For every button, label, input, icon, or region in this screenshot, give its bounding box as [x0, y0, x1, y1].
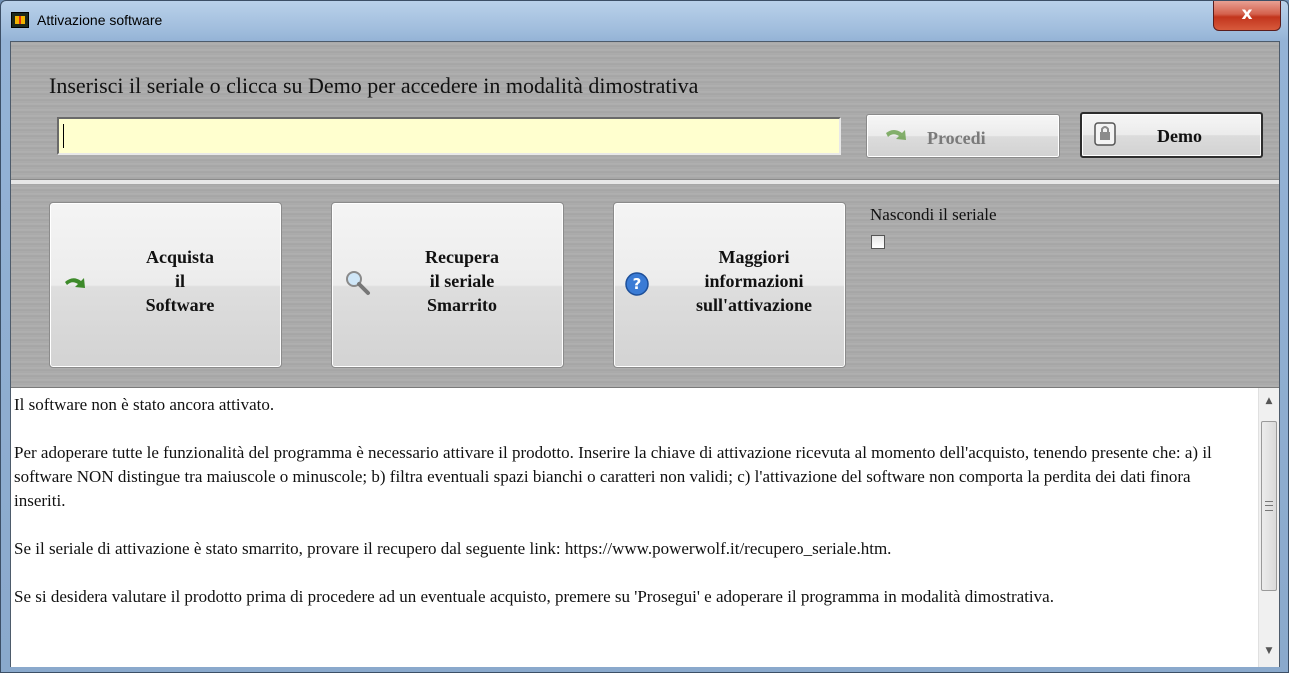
activation-window: Attivazione software x Inserisci il seri…	[0, 0, 1289, 673]
green-arrow-icon	[883, 125, 909, 152]
hide-serial-label: Nascondi il seriale	[870, 205, 997, 224]
demo-label: Demo	[1157, 126, 1202, 146]
info-label: Maggiori informazioni sull'attivazione	[696, 247, 812, 315]
section-divider	[11, 179, 1279, 184]
info-paragraph: Per adoperare tutte le funzionalità del …	[14, 443, 1212, 510]
svg-text:?: ?	[633, 275, 642, 293]
activation-info-text: Il software non è stato ancora attivato.…	[14, 393, 1244, 609]
serial-input[interactable]	[57, 117, 841, 155]
lock-icon	[1094, 122, 1116, 151]
magnifier-icon	[344, 269, 372, 302]
more-info-button[interactable]: ? Maggiori informazioni sull'attivazione	[613, 202, 846, 368]
question-icon: ?	[624, 271, 650, 302]
scroll-down-arrow-icon[interactable]: ▼	[1259, 646, 1279, 663]
scroll-up-arrow-icon[interactable]: ▲	[1259, 396, 1279, 413]
info-paragraph: Se si desidera valutare il prodotto prim…	[14, 587, 1054, 606]
hide-serial-checkbox[interactable]	[871, 235, 885, 249]
scroll-thumb[interactable]	[1261, 421, 1277, 591]
vertical-scrollbar[interactable]: ▲ ▼	[1258, 388, 1279, 667]
title-bar[interactable]: Attivazione software x	[1, 1, 1288, 41]
window-title: Attivazione software	[37, 12, 163, 28]
buy-label: Acquista il Software	[145, 247, 215, 315]
app-icon	[11, 12, 29, 28]
procedi-label: Procedi	[927, 128, 986, 148]
grip-icon	[1265, 501, 1273, 511]
info-paragraph: Se il seriale di attivazione è stato sma…	[14, 539, 892, 558]
recover-serial-button[interactable]: Recupera il seriale Smarrito	[331, 202, 564, 368]
activation-info-textarea[interactable]: Il software non è stato ancora attivato.…	[11, 387, 1279, 667]
procedi-button[interactable]: Procedi	[866, 114, 1060, 158]
info-paragraph: Il software non è stato ancora attivato.	[14, 395, 275, 414]
green-arrow-icon	[62, 273, 88, 300]
demo-button[interactable]: Demo	[1080, 112, 1263, 158]
client-area: Inserisci il seriale o clicca su Demo pe…	[10, 41, 1280, 667]
recover-label: Recupera il seriale Smarrito	[425, 247, 499, 315]
close-button[interactable]: x	[1213, 1, 1281, 31]
instruction-text: Inserisci il seriale o clicca su Demo pe…	[49, 73, 699, 98]
buy-software-button[interactable]: Acquista il Software	[49, 202, 282, 368]
text-caret	[63, 124, 64, 148]
